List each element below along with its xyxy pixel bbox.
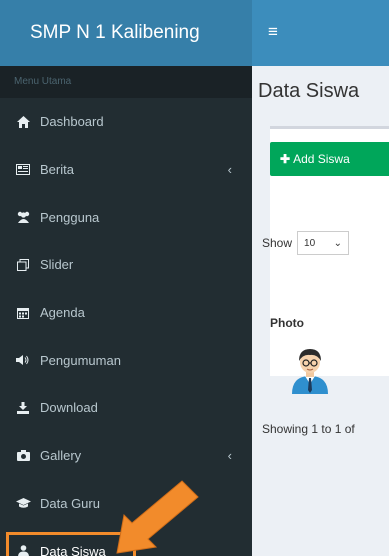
sidebar-item-label: Dashboard <box>40 114 104 130</box>
table-info: Showing 1 to 1 of <box>262 422 355 436</box>
add-siswa-label: Add Siswa <box>293 152 350 166</box>
sidebar-item-label: Pengguna <box>40 209 100 225</box>
page-title: Data Siswa <box>258 80 360 102</box>
sidebar-item-data-guru[interactable]: Data Guru <box>0 480 252 528</box>
main-content: Data Siswa ✚ Add Siswa Show 10 ⌄ Photo S… <box>252 66 389 556</box>
volume-icon <box>14 353 32 367</box>
clone-icon <box>14 258 32 272</box>
sidebar-item-label: Slider <box>40 257 74 273</box>
sidebar-item-label: Data Guru <box>40 495 100 511</box>
plus-icon: ✚ <box>280 152 291 166</box>
chevron-down-icon: ⌄ <box>333 237 343 249</box>
sidebar-item-label: Berita <box>40 162 74 178</box>
top-navbar: ≡ <box>252 0 389 66</box>
menu-header: Menu Utama <box>0 66 252 98</box>
calendar-icon <box>14 306 32 320</box>
sidebar-item-berita[interactable]: Berita ‹ <box>0 146 252 194</box>
sidebar: SMP N 1 Kalibening Menu Utama Dashboard … <box>0 0 252 556</box>
sidebar-item-label: Gallery <box>40 448 82 464</box>
student-avatar <box>288 346 332 394</box>
sidebar-item-pengumuman[interactable]: Pengumuman <box>0 336 252 384</box>
home-icon <box>14 115 32 129</box>
brand-logo[interactable]: SMP N 1 Kalibening <box>0 0 252 66</box>
camera-icon <box>14 449 32 463</box>
highlight-box <box>6 532 136 556</box>
chevron-left-icon: ‹ <box>227 448 232 464</box>
page-size-value: 10 <box>304 237 316 249</box>
sidebar-item-dashboard[interactable]: Dashboard <box>0 98 252 146</box>
sidebar-item-download[interactable]: Download <box>0 384 252 432</box>
show-label: Show <box>262 236 293 250</box>
sidebar-item-label: Pengumuman <box>40 352 121 368</box>
newspaper-icon <box>14 163 32 177</box>
page-size-control: Show 10 ⌄ <box>262 231 350 255</box>
add-siswa-button[interactable]: ✚ Add Siswa <box>270 142 389 176</box>
chevron-left-icon: ‹ <box>227 162 232 178</box>
page-size-select[interactable]: 10 ⌄ <box>297 231 350 255</box>
sidebar-item-gallery[interactable]: Gallery ‹ <box>0 432 252 480</box>
sidebar-item-slider[interactable]: Slider <box>0 241 252 289</box>
download-icon <box>14 401 32 415</box>
column-header-photo[interactable]: Photo <box>270 316 304 330</box>
sidebar-item-agenda[interactable]: Agenda <box>0 289 252 337</box>
users-icon <box>14 210 32 224</box>
sidebar-item-label: Download <box>40 400 98 416</box>
graduation-cap-icon <box>14 496 32 510</box>
hamburger-menu-icon[interactable]: ≡ <box>268 22 278 42</box>
sidebar-item-pengguna[interactable]: Pengguna <box>0 193 252 241</box>
sidebar-item-label: Agenda <box>40 305 85 321</box>
